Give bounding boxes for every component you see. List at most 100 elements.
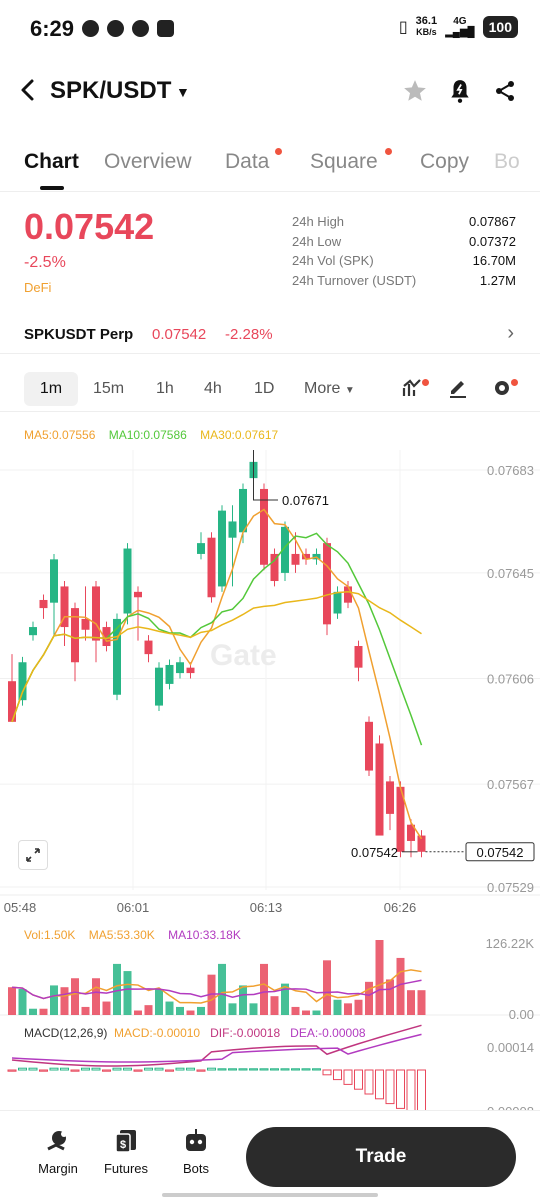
macd-bar <box>385 1069 395 1105</box>
ma-legend: MA5:0.07556 MA10:0.07586 MA30:0.07617 <box>24 428 278 442</box>
bots-label: Bots <box>182 1161 209 1176</box>
macd-bar <box>406 1069 416 1110</box>
macd-bar <box>18 1067 27 1071</box>
ma5-legend: MA5:0.07556 <box>24 428 96 442</box>
tab-square[interactable]: Square <box>310 150 378 174</box>
status-right: ▯ 36.1 KB/s 4G ▂▄▆█ 100 <box>399 16 518 38</box>
candle-body <box>375 743 384 836</box>
back-arrow-icon[interactable] <box>20 78 36 109</box>
dea-value: DEA:-0.00008 <box>290 1026 366 1040</box>
futures-tab[interactable]: $ Futures <box>96 1127 156 1176</box>
stat-label: 24h High <box>292 214 345 229</box>
interval-1h[interactable]: 1h <box>156 380 174 398</box>
candle-body <box>50 559 58 603</box>
settings-gear-icon[interactable] <box>492 378 512 403</box>
interval-1m[interactable]: 1m <box>24 372 78 406</box>
candle-body <box>291 553 300 565</box>
macd-bar <box>375 1069 384 1100</box>
y-tick-label: 0.07529 <box>487 880 534 895</box>
macd-bar <box>144 1067 153 1071</box>
macd-bar <box>196 1069 206 1072</box>
volume-bar <box>144 1005 153 1015</box>
macd-bar <box>154 1067 164 1071</box>
macd-bar <box>322 1069 332 1076</box>
volume-bar <box>239 985 247 1015</box>
tab-bots[interactable]: Bo <box>494 150 520 174</box>
svg-text:$: $ <box>120 1139 126 1151</box>
macd-bar <box>70 1069 80 1072</box>
perp-name: SPKUSDT Perp <box>24 326 134 343</box>
interval-more[interactable]: More ▼ <box>304 380 355 398</box>
candle-body <box>207 537 216 598</box>
candle-body <box>344 586 352 603</box>
volume-bar <box>176 1006 184 1015</box>
network-indicator: 4G ▂▄▆█ <box>445 16 475 38</box>
share-icon[interactable] <box>490 76 520 106</box>
volume-bar <box>186 1010 195 1015</box>
y-tick-label: 0.07606 <box>487 672 534 687</box>
margin-tab[interactable]: Margin <box>28 1127 88 1176</box>
macd-bar <box>301 1068 311 1071</box>
futures-icon: $ <box>112 1127 140 1155</box>
macd-bar <box>165 1069 174 1072</box>
volume-bar <box>71 978 79 1015</box>
macd-bar <box>280 1068 290 1071</box>
interval-bar: 1m 15m 1h 4h 1D More ▼ <box>0 366 540 412</box>
volume-bar <box>218 963 226 1015</box>
stat-value: 0.07867 <box>469 214 516 229</box>
x-tick-label: 06:13 <box>250 900 283 915</box>
bots-tab[interactable]: Bots <box>166 1127 226 1176</box>
perp-price: 0.07542 <box>152 326 207 343</box>
tab-overview[interactable]: Overview <box>104 150 192 174</box>
volume-bar <box>312 1010 321 1015</box>
volume-tick-label: 126.22K <box>486 936 535 951</box>
volume-bar <box>113 963 121 1015</box>
status-bar: 6:29 ▯ 36.1 KB/s 4G ▂▄▆█ 100 <box>0 0 540 60</box>
price-alert-icon[interactable] <box>445 76 475 106</box>
bots-icon <box>182 1127 210 1155</box>
candle-body <box>386 781 394 814</box>
category-tag[interactable]: DeFi <box>24 280 51 295</box>
ma5-line <box>11 508 423 840</box>
volume-bar <box>365 981 373 1015</box>
tab-copy[interactable]: Copy <box>420 150 469 174</box>
macd-bar <box>417 1069 426 1110</box>
indicators-icon[interactable] <box>402 378 424 403</box>
macd-bar <box>28 1067 38 1071</box>
expand-icon[interactable] <box>18 840 48 870</box>
chevron-down-icon[interactable]: ▼ <box>176 84 190 100</box>
volume-bar <box>386 979 394 1015</box>
margin-icon <box>44 1127 72 1155</box>
header: SPK/USDT ▼ <box>0 60 540 120</box>
interval-15m[interactable]: 15m <box>93 380 124 398</box>
star-icon[interactable] <box>400 76 430 106</box>
home-indicator <box>162 1193 378 1197</box>
volume-bar <box>323 960 331 1015</box>
macd-bar <box>207 1067 216 1071</box>
macd-bar <box>123 1067 132 1071</box>
y-tick-label: 0.07683 <box>487 463 534 478</box>
tab-data[interactable]: Data <box>225 150 269 174</box>
interval-4h[interactable]: 4h <box>204 380 222 398</box>
watermark: Gate <box>210 639 277 672</box>
perp-link-row[interactable]: SPKUSDT Perp 0.07542 -2.28% › <box>0 314 540 354</box>
volume-bar <box>50 985 58 1015</box>
candle-body <box>81 618 90 630</box>
tab-chart[interactable]: Chart <box>24 150 79 174</box>
trade-button[interactable]: Trade <box>246 1127 516 1187</box>
volume-bar <box>375 940 384 1015</box>
volume-bar <box>102 1001 111 1015</box>
volume-tick-label: 0.00 <box>509 1007 534 1022</box>
candle-body <box>323 543 331 625</box>
macd-bar <box>249 1068 258 1071</box>
volume-bar <box>270 996 279 1015</box>
draw-pen-icon[interactable] <box>448 378 468 403</box>
pair-title[interactable]: SPK/USDT <box>50 77 171 105</box>
macd-bar <box>354 1069 363 1090</box>
volume-bar <box>407 990 415 1015</box>
candle-body <box>18 662 27 701</box>
interval-1d[interactable]: 1D <box>254 380 274 398</box>
volume-bar <box>417 990 426 1015</box>
candle-body <box>134 591 142 598</box>
candlestick-chart[interactable]: Gate 0.07671 0.07542 0.07542 0.07683 0.0764… <box>0 450 540 1110</box>
